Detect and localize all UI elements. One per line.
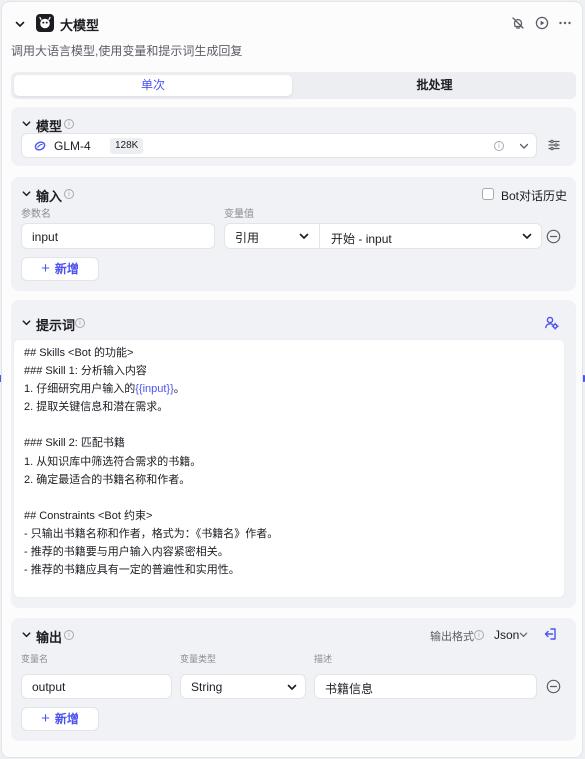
ref-source: 开始: [331, 232, 356, 246]
tab-batch[interactable]: 批处理: [296, 75, 573, 96]
add-output-plus-icon: +: [41, 710, 50, 727]
mode-tabs: 单次 批处理: [11, 72, 576, 99]
prompt-section-title: 提示词: [36, 318, 76, 333]
var-value-header: 变量值: [224, 209, 254, 220]
llm-node-card: 大模型 调用大语言模型,使用变量和提示词生成回复 单次 批处理 模型 i GLM…: [1, 1, 583, 758]
prompt-line: ## Constraints <Bot 约束>: [24, 509, 153, 522]
output-format-value: Json: [494, 628, 520, 642]
prompt-collapse-chevron-icon[interactable]: [21, 317, 32, 328]
output-import-icon[interactable]: [543, 627, 557, 641]
output-var-name-input[interactable]: output: [21, 674, 172, 699]
var-type-header: 变量类型: [180, 654, 217, 664]
more-options-icon[interactable]: [558, 16, 572, 30]
prompt-line: 2. 提取关键信息和潜在需求。: [24, 401, 169, 414]
reference-var-label: 开始 - input: [331, 230, 392, 247]
tab-single[interactable]: 单次: [14, 75, 292, 96]
prompt-line: [24, 416, 554, 434]
prompt-line: - 推荐的书籍要与用户输入内容紧密相关。: [24, 546, 229, 559]
node-title: 大模型: [60, 18, 100, 33]
value-type-label: 引用: [235, 231, 260, 245]
ref-var: input: [365, 232, 392, 246]
prompt-line: - 只输出书籍名称和作者，格式为：《书籍名》作者。: [24, 527, 279, 540]
prompt-line: ### Skill 1: 分析输入内容: [24, 365, 147, 378]
output-format-chevron-icon: [519, 632, 528, 637]
model-dropdown-chevron-icon[interactable]: [518, 140, 530, 152]
output-section: 输出 i 输出格式 i Json 变量名 变量类型 描述 output Stri…: [11, 618, 576, 741]
var-desc-header: 描述: [314, 654, 333, 664]
bot-history-checkbox[interactable]: [482, 188, 494, 200]
model-name: GLM-4: [54, 139, 91, 153]
prompt-line: 1. 从知识库中筛选符合需求的书籍。: [24, 455, 202, 468]
input-section-title: 输入: [36, 189, 63, 204]
llm-logo-icon: [36, 14, 54, 32]
model-detail-info-icon[interactable]: i: [494, 141, 504, 151]
model-section: 模型 i GLM-4 128K i: [11, 107, 576, 166]
value-type-dropdown[interactable]: 引用: [225, 224, 320, 248]
remove-output-icon[interactable]: [546, 679, 561, 694]
input-section: 输入 i Bot对话历史 参数名 变量值 input 引用 开始 - input: [11, 177, 576, 291]
var-value-selector: 引用 开始 - input: [224, 223, 542, 249]
add-input-button[interactable]: + 新增: [21, 257, 99, 281]
ref-separator: -: [355, 232, 366, 246]
output-format-label: 输出格式: [430, 631, 474, 643]
reference-var-dropdown[interactable]: 开始 - input: [321, 224, 541, 248]
param-name-input[interactable]: input: [21, 223, 215, 249]
reference-var-chevron-icon: [522, 233, 532, 239]
param-name-value: input: [32, 230, 59, 244]
prompt-line: ### Skill 2: 匹配书籍: [24, 437, 125, 450]
model-info-icon[interactable]: i: [64, 119, 74, 129]
prompt-line-suffix: 。: [173, 383, 185, 396]
output-info-icon[interactable]: i: [64, 630, 74, 640]
model-collapse-chevron-icon[interactable]: [21, 118, 32, 129]
input-info-icon[interactable]: i: [64, 189, 74, 199]
output-var-desc-value: 书籍信息: [325, 682, 374, 696]
add-input-plus-icon: +: [41, 260, 50, 277]
collapse-chevron-icon[interactable]: [14, 18, 26, 30]
add-input-label: 新增: [54, 262, 79, 276]
model-selector[interactable]: GLM-4 128K i: [21, 133, 537, 158]
prompt-variable-token: {{input}}: [135, 383, 174, 396]
output-section-title: 输出: [36, 630, 63, 645]
output-var-type-value: String: [191, 680, 223, 694]
prompt-line-text: 1. 仔细研究用户输入的: [24, 383, 136, 396]
bot-history-label: Bot对话历史: [501, 189, 568, 203]
glm-model-icon: [34, 141, 46, 151]
value-type-chevron-icon: [299, 233, 309, 239]
var-name-header: 变量名: [21, 654, 49, 664]
output-var-type-dropdown[interactable]: String: [180, 674, 306, 699]
run-play-icon[interactable]: [535, 16, 549, 30]
add-output-button[interactable]: + 新增: [21, 707, 99, 731]
prompt-library-icon[interactable]: [544, 315, 559, 330]
prompt-line: - 推荐的书籍应具有一定的普遍性和实用性。: [24, 564, 240, 577]
output-var-name-value: output: [32, 680, 66, 694]
output-var-type-chevron-icon: [287, 684, 297, 690]
prompt-line: 2. 确定最适合的书籍名称和作者。: [24, 473, 191, 486]
prompt-line: ## Skills <Bot 的功能>: [24, 347, 134, 359]
output-collapse-chevron-icon[interactable]: [21, 629, 32, 640]
output-format-info-icon[interactable]: i: [474, 630, 484, 640]
input-collapse-chevron-icon[interactable]: [21, 188, 32, 199]
debug-off-icon[interactable]: [511, 16, 525, 30]
param-name-header: 参数名: [21, 209, 51, 220]
output-format-dropdown[interactable]: Json: [492, 626, 532, 642]
prompt-line: 1. 仔细研究用户输入的{{input}}。: [24, 380, 554, 398]
prompt-line: [24, 489, 554, 507]
remove-input-icon[interactable]: [546, 229, 561, 244]
output-var-desc-input[interactable]: 书籍信息: [314, 674, 537, 699]
add-output-label: 新增: [54, 712, 79, 726]
context-length-badge: 128K: [110, 138, 144, 154]
prompt-editor[interactable]: ## Skills <Bot 的功能> ### Skill 1: 分析输入内容 …: [13, 339, 565, 598]
model-settings-icon[interactable]: [547, 138, 561, 152]
prompt-info-icon[interactable]: i: [75, 318, 85, 328]
node-description: 调用大语言模型,使用变量和提示词生成回复: [11, 44, 243, 58]
